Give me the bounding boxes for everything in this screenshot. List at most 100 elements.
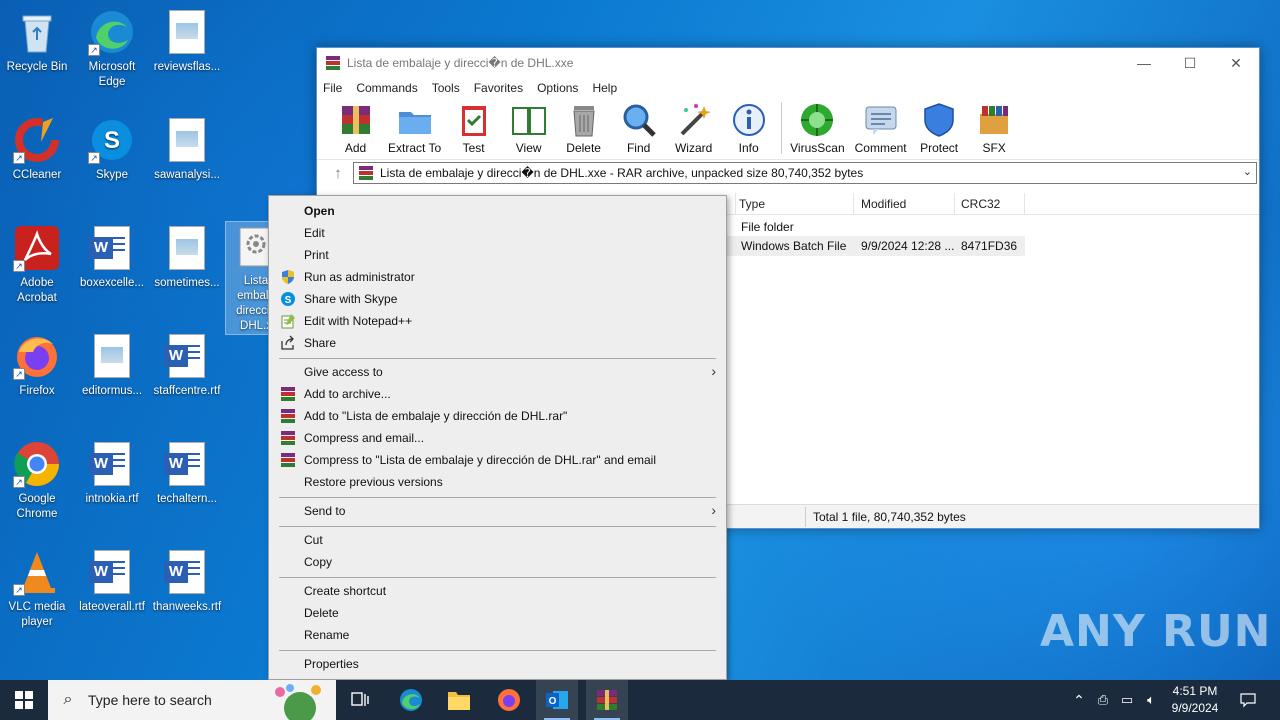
desktop-icon-skype[interactable]: S ↗ Skype [75, 116, 149, 183]
virusscan-button[interactable]: VirusScan [790, 102, 845, 155]
menu-options[interactable]: Options [537, 81, 578, 95]
desktop-icon-thanweeks[interactable]: W thanweeks.rtf [150, 548, 224, 615]
protect-button[interactable]: Protect [917, 102, 962, 155]
menu-item-run-as-admin[interactable]: Run as administrator [271, 266, 724, 288]
taskbar-clock[interactable]: 4:51 PM 9/9/2024 [1166, 683, 1224, 717]
menu-item-share-skype[interactable]: S Share with Skype [271, 288, 724, 310]
column-modified[interactable]: Modified [861, 197, 906, 211]
test-button[interactable]: Test [451, 102, 496, 155]
menu-item-create-shortcut[interactable]: Create shortcut [271, 580, 724, 602]
menu-item-compress-email[interactable]: Compress and email... [271, 427, 724, 449]
archive-path-text: Lista de embalaje y direcci�n de DHL.xxe… [380, 166, 864, 180]
wizard-button[interactable]: Wizard [671, 102, 716, 155]
close-button[interactable]: ✕ [1213, 48, 1259, 78]
taskbar-edge[interactable] [390, 680, 432, 720]
menu-item-restore-versions[interactable]: Restore previous versions [271, 471, 724, 493]
archive-path-field[interactable]: Lista de embalaje y direcci�n de DHL.xxe… [353, 162, 1257, 184]
search-box[interactable]: ⌕ Type here to search [48, 680, 336, 720]
desktop-icon-boxexcelle[interactable]: W boxexcelle... [75, 224, 149, 291]
menu-item-notepadpp[interactable]: Edit with Notepad++ [271, 310, 724, 332]
taskbar-file-explorer[interactable] [438, 680, 480, 720]
winrar-icon [281, 453, 295, 467]
wifi-tray-icon[interactable]: ▭ [1116, 680, 1138, 720]
show-hidden-icons-button[interactable]: ⌃ [1068, 680, 1090, 720]
menu-favorites[interactable]: Favorites [474, 81, 523, 95]
up-arrow-icon[interactable]: ↑ [323, 165, 353, 182]
task-view-icon [351, 692, 369, 706]
desktop-icon-label: staffcentre.rtf [153, 385, 221, 397]
menu-item-share[interactable]: Share [271, 332, 724, 354]
desktop-icon-sometimes[interactable]: sometimes... [150, 224, 224, 291]
desktop-icon-techaltern[interactable]: W techaltern... [150, 440, 224, 507]
extract-to-button[interactable]: Extract To [388, 102, 441, 155]
skype-icon: S [281, 292, 295, 306]
desktop-icon-vlc[interactable]: ↗ VLC media player [0, 548, 74, 630]
taskbar-winrar[interactable] [586, 680, 628, 720]
desktop-icon-ccleaner[interactable]: ↗ CCleaner [0, 116, 74, 183]
desktop-icon-recycle-bin[interactable]: Recycle Bin [0, 8, 74, 75]
desktop-icon-intnokia[interactable]: W intnokia.rtf [75, 440, 149, 507]
network-tray-icon[interactable]: ⎙ [1092, 680, 1114, 720]
minimize-button[interactable]: — [1121, 48, 1167, 78]
share-icon [281, 335, 294, 350]
sfx-button[interactable]: SFX [972, 102, 1017, 155]
desktop-icon-google-chrome[interactable]: ↗ Google Chrome [0, 440, 74, 522]
desktop-icon-label: lateoverall.rtf [79, 601, 145, 613]
desktop-icon-label: CCleaner [12, 169, 62, 181]
chevron-right-icon: › [711, 502, 716, 518]
menu-item-cut[interactable]: Cut [271, 529, 724, 551]
desktop-icon-label: Firefox [19, 385, 55, 397]
anyrun-watermark: ANY RUN [1040, 606, 1272, 657]
title-bar[interactable]: Lista de embalaje y direcci�n de DHL.xxe… [317, 48, 1259, 78]
windows-logo-icon [15, 691, 33, 709]
menu-file[interactable]: File [323, 81, 342, 95]
menu-item-add-to-archive[interactable]: Add to archive... [271, 383, 724, 405]
menu-item-print[interactable]: Print [271, 244, 724, 266]
delete-button[interactable]: Delete [561, 102, 606, 155]
menu-item-edit[interactable]: Edit [271, 222, 724, 244]
column-crc32[interactable]: CRC32 [961, 197, 1000, 211]
desktop-icon-firefox[interactable]: ↗ Firefox [0, 332, 74, 399]
find-button[interactable]: Find [616, 102, 661, 155]
menu-item-give-access[interactable]: Give access to › [271, 361, 724, 383]
desktop-icon-editormus[interactable]: editormus... [75, 332, 149, 399]
desktop-icon-reviewsflas[interactable]: reviewsflas... [150, 8, 224, 75]
image-file-icon [163, 224, 211, 272]
menu-item-send-to[interactable]: Send to › [271, 500, 724, 522]
maximize-button[interactable]: ☐ [1167, 48, 1213, 78]
menu-help[interactable]: Help [592, 81, 617, 95]
desktop-icon-lateoverall[interactable]: W lateoverall.rtf [75, 548, 149, 615]
menu-item-properties[interactable]: Properties [271, 653, 724, 675]
comment-button[interactable]: Comment [855, 102, 907, 155]
menu-item-compress-to-rar-email[interactable]: Compress to "Lista de embalaje y direcci… [271, 449, 724, 471]
start-button[interactable] [0, 680, 48, 720]
wand-icon [680, 104, 711, 136]
winrar-icon [359, 166, 373, 180]
menu-item-rename[interactable]: Rename [271, 624, 724, 646]
column-type[interactable]: Type [739, 197, 765, 211]
desktop-icon-staffcentre[interactable]: W staffcentre.rtf [150, 332, 224, 399]
cell-type: File folder [741, 220, 794, 234]
menu-item-copy[interactable]: Copy [271, 551, 724, 573]
notification-icon [1240, 693, 1256, 708]
taskbar-firefox[interactable] [488, 680, 530, 720]
task-view-button[interactable] [340, 680, 380, 720]
volume-tray-icon[interactable]: 🔈︎ [1140, 680, 1162, 720]
chrome-icon: ↗ [13, 440, 61, 488]
taskbar-outlook[interactable]: O [536, 680, 578, 720]
chevron-down-icon[interactable]: ⌄ [1243, 165, 1252, 178]
view-button[interactable]: View [506, 102, 551, 155]
search-icon: ⌕ [63, 691, 73, 708]
add-button[interactable]: Add [333, 102, 378, 155]
desktop-icon-sawanalysi[interactable]: sawanalysi... [150, 116, 224, 183]
notifications-button[interactable] [1234, 680, 1262, 720]
menu-item-delete[interactable]: Delete [271, 602, 724, 624]
info-button[interactable]: Info [726, 102, 771, 155]
menu-item-add-to-rar[interactable]: Add to "Lista de embalaje y dirección de… [271, 405, 724, 427]
menu-commands[interactable]: Commands [356, 81, 417, 95]
desktop-icon-adobe-acrobat[interactable]: ↗ Adobe Acrobat [0, 224, 74, 306]
menu-tools[interactable]: Tools [432, 81, 460, 95]
desktop-icon-edge[interactable]: ↗ Microsoft Edge [75, 8, 149, 90]
cell-modified: 9/9/2024 12:28 ... [861, 239, 955, 253]
menu-item-open[interactable]: Open [271, 200, 724, 222]
